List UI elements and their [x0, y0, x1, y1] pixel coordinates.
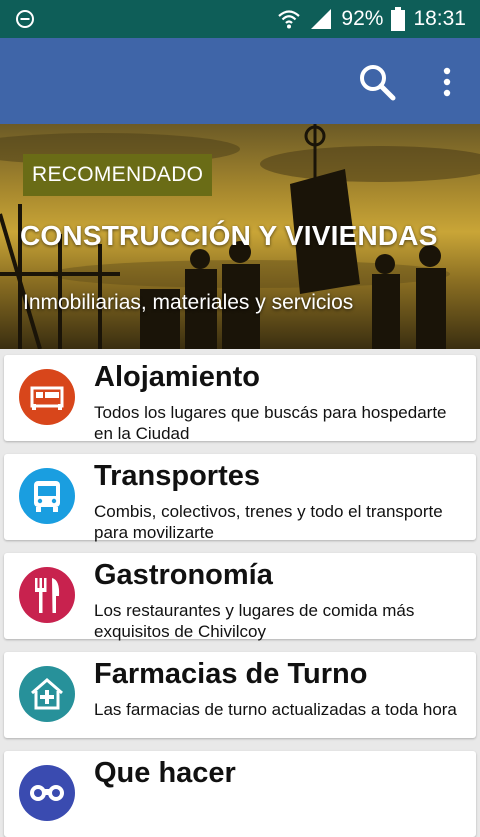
category-description: Las farmacias de turno actualizadas a to…: [94, 699, 464, 720]
featured-banner[interactable]: RECOMENDADO CONSTRUCCIÓN Y VIVIENDAS Inm…: [0, 124, 480, 349]
pharmacy-house-icon: [19, 666, 75, 722]
category-title: Alojamiento: [94, 361, 260, 394]
category-description: Todos los lugares que buscás para hosped…: [94, 402, 464, 444]
category-title: Transportes: [94, 460, 260, 493]
more-vert-icon: [442, 67, 452, 97]
signal-icon: [309, 8, 333, 30]
category-description: Combis, colectivos, trenes y todo el tra…: [94, 501, 464, 543]
overflow-menu-button[interactable]: [425, 60, 469, 104]
battery-percent: 92%: [341, 7, 383, 31]
wifi-icon: [277, 8, 301, 30]
category-card-gastronomia[interactable]: Gastronomía Los restaurantes y lugares d…: [4, 553, 476, 639]
status-bar: 92% 18:31: [0, 0, 480, 38]
binoculars-icon: [19, 765, 75, 821]
category-title: Que hacer: [94, 757, 236, 790]
category-card-farmacias[interactable]: Farmacias de Turno Las farmacias de turn…: [4, 652, 476, 738]
search-icon: [358, 63, 396, 101]
fork-knife-icon: [19, 567, 75, 623]
banner-title: CONSTRUCCIÓN Y VIVIENDAS: [20, 220, 438, 252]
clock: 18:31: [413, 7, 466, 31]
category-card-alojamiento[interactable]: Alojamiento Todos los lugares que buscás…: [4, 355, 476, 441]
recommended-badge: RECOMENDADO: [23, 154, 212, 196]
category-title: Farmacias de Turno: [94, 658, 367, 691]
notification-icon: [14, 8, 36, 30]
battery-icon: [391, 7, 405, 31]
banner-subtitle: Inmobiliarias, materiales y servicios: [23, 291, 353, 315]
category-title: Gastronomía: [94, 559, 273, 592]
category-card-que-hacer[interactable]: Que hacer: [4, 751, 476, 837]
app-bar: [0, 38, 480, 124]
category-card-transportes[interactable]: Transportes Combis, colectivos, trenes y…: [4, 454, 476, 540]
bed-icon: [19, 369, 75, 425]
search-button[interactable]: [355, 60, 399, 104]
category-description: Los restaurantes y lugares de comida más…: [94, 600, 464, 642]
bus-icon: [19, 468, 75, 524]
